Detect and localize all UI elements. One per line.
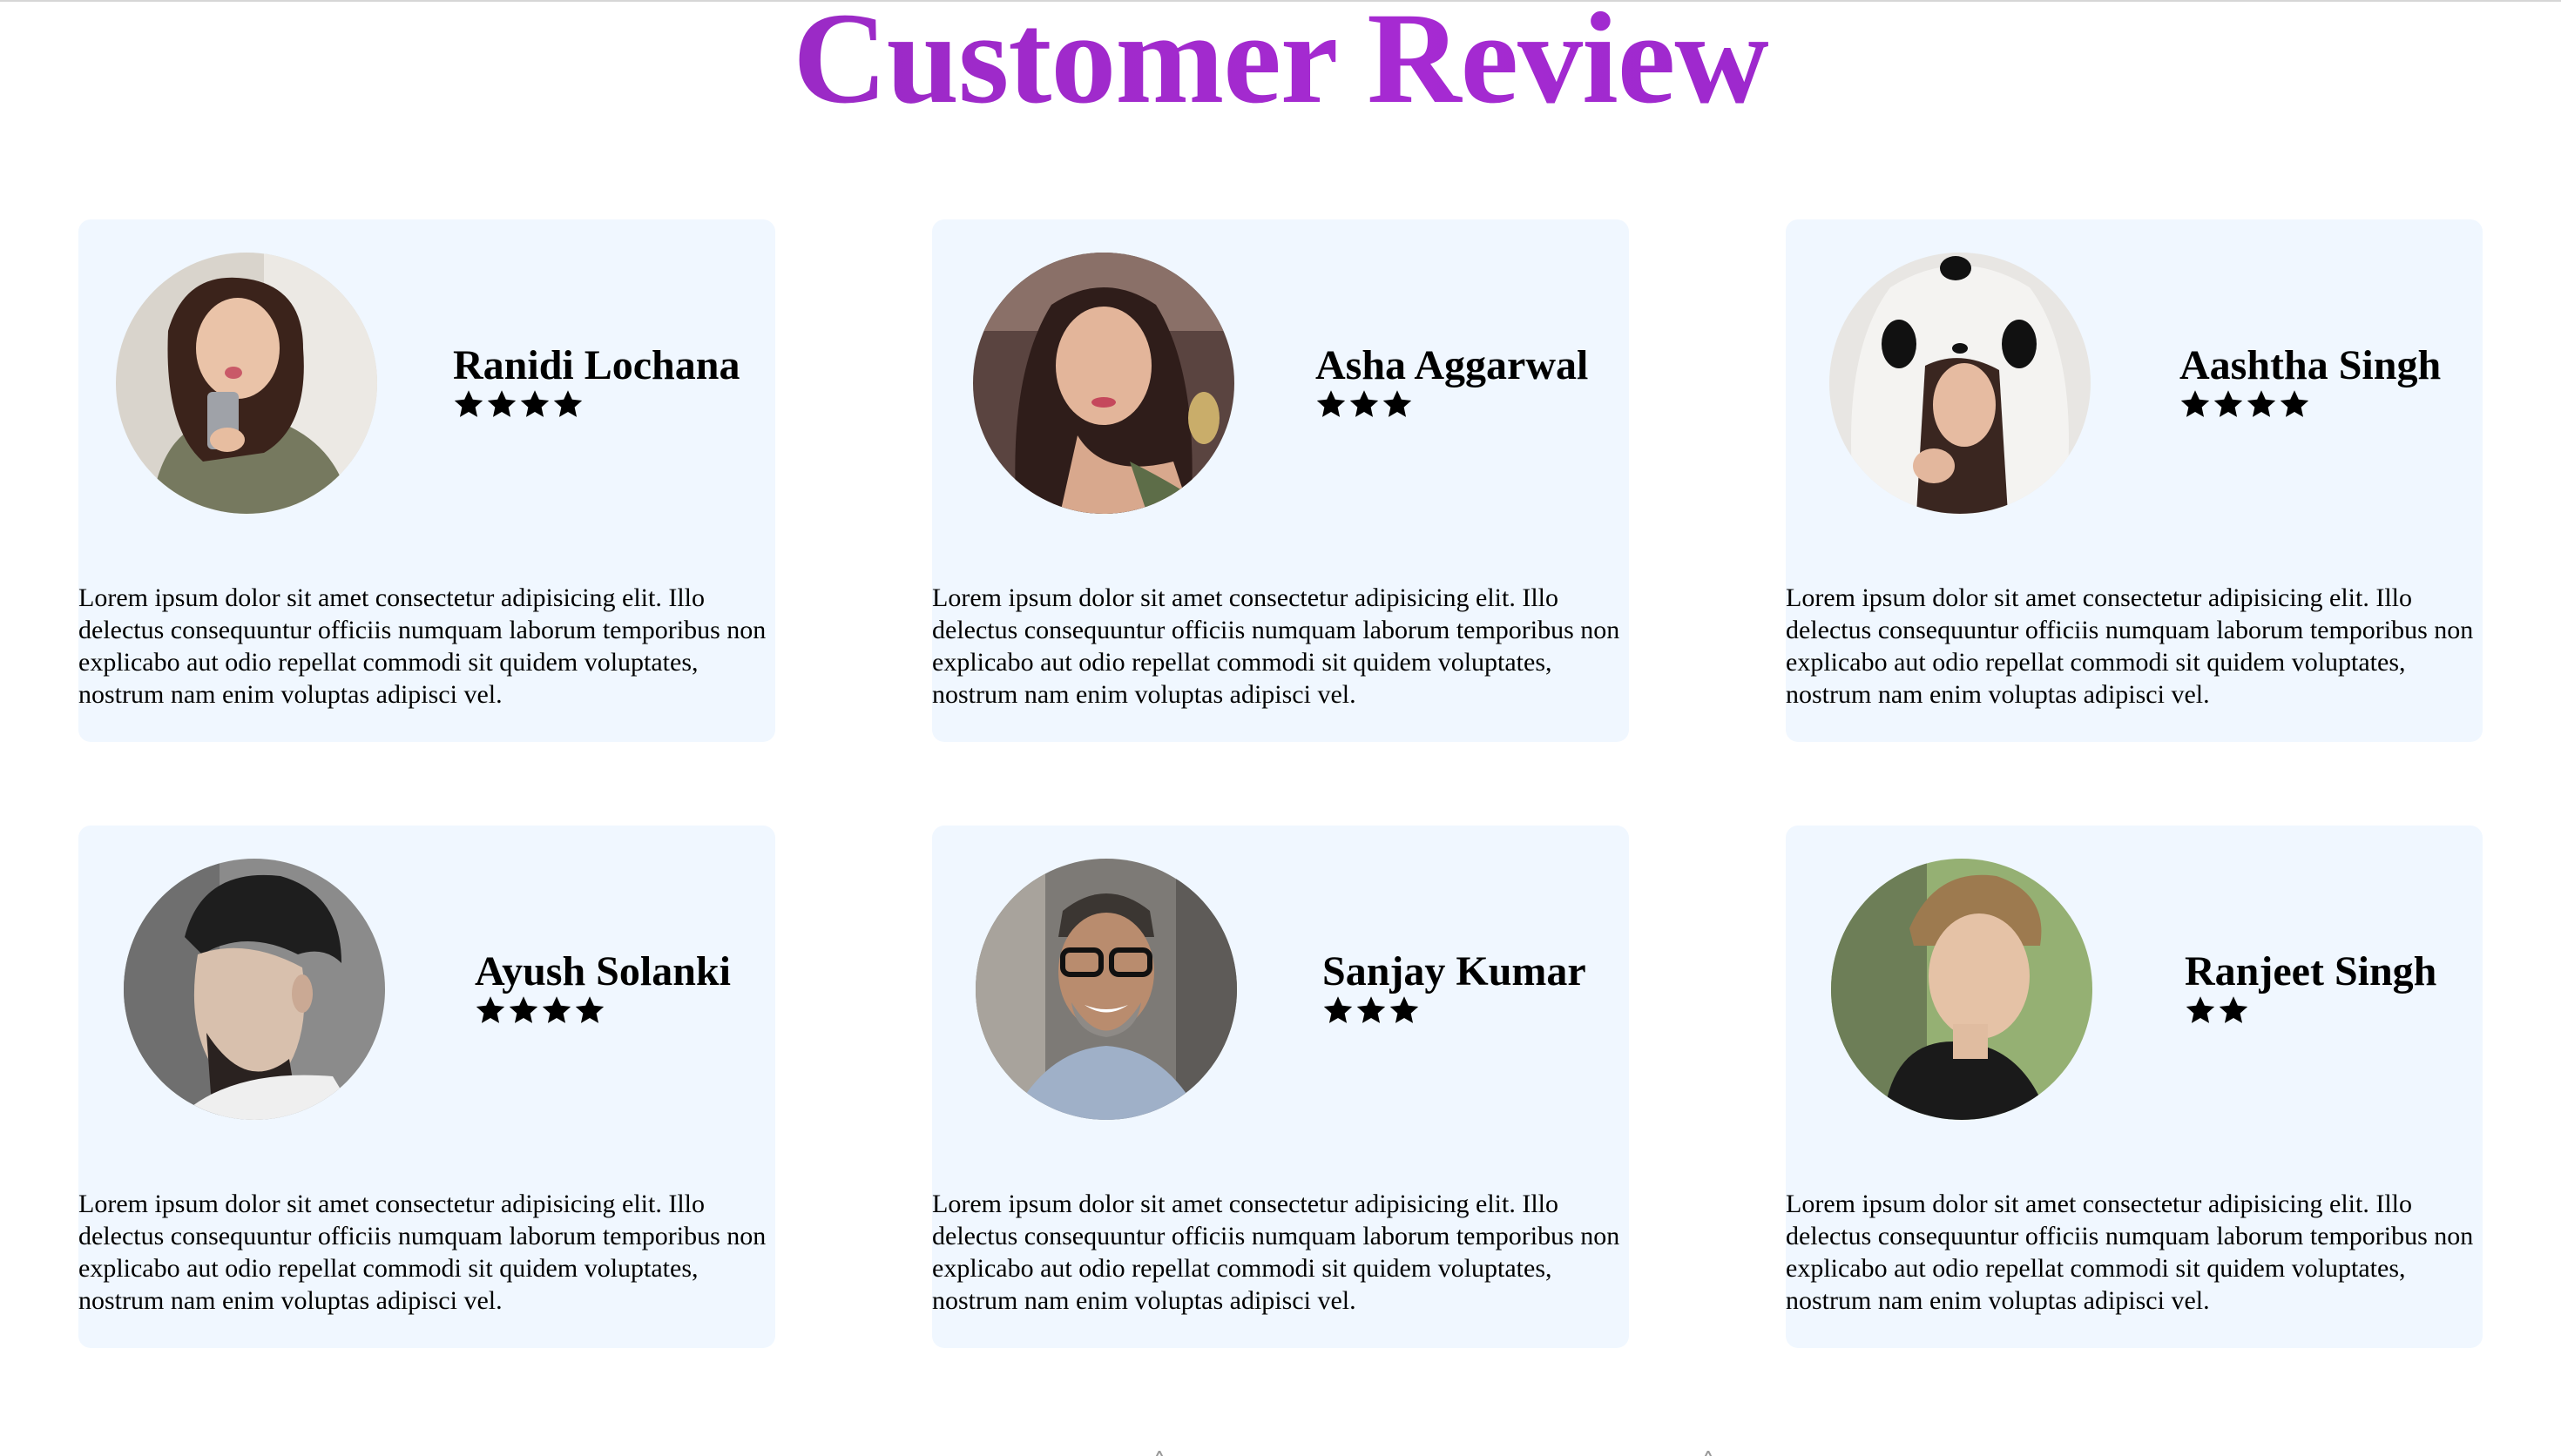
star-icon	[2279, 388, 2310, 420]
next-section-stub	[1154, 1451, 1172, 1456]
star-icon	[508, 994, 539, 1026]
man-glasses-photo	[976, 859, 1237, 1120]
reviewer-name: Sanjay Kumar	[1322, 948, 1586, 994]
review-card: Sanjay Kumar Lorem ipsum dolor sit amet …	[932, 826, 1629, 1348]
star-rating	[475, 994, 731, 1026]
review-card: Ayush Solanki Lorem ipsum dolor sit amet…	[78, 826, 775, 1348]
star-icon	[541, 994, 572, 1026]
star-icon	[1322, 994, 1354, 1026]
man-profile-photo	[124, 859, 385, 1120]
next-section-stub	[1703, 1451, 1720, 1456]
star-icon	[2218, 994, 2249, 1026]
review-text: Lorem ipsum dolor sit amet consectetur a…	[932, 583, 1620, 709]
star-icon	[574, 994, 605, 1026]
star-rating	[2185, 994, 2436, 1026]
star-rating	[2179, 388, 2441, 420]
star-icon	[2185, 994, 2216, 1026]
review-text: Lorem ipsum dolor sit amet consectetur a…	[78, 1190, 767, 1315]
reviewer-name: Aashtha Singh	[2179, 342, 2442, 388]
young-man-photo	[1831, 859, 2092, 1120]
review-text: Lorem ipsum dolor sit amet consectetur a…	[932, 1190, 1620, 1315]
avatar	[976, 859, 1237, 1120]
woman-selfie-photo	[116, 253, 377, 514]
reviewer-name: Asha Aggarwal	[1315, 342, 1589, 388]
star-icon	[486, 388, 517, 420]
star-icon	[1382, 388, 1413, 420]
page-title: Customer Review	[0, 0, 2561, 124]
star-icon	[2246, 388, 2277, 420]
star-icon	[2179, 388, 2211, 420]
star-icon	[475, 994, 506, 1026]
star-icon	[1389, 994, 1420, 1026]
star-icon	[519, 388, 551, 420]
review-text: Lorem ipsum dolor sit amet consectetur a…	[1786, 1190, 2474, 1315]
review-card: Ranjeet Singh Lorem ipsum dolor sit amet…	[1786, 826, 2483, 1348]
star-icon	[1348, 388, 1380, 420]
review-page: Customer Review Ranidi Lochana Lorem ips…	[0, 0, 2561, 1456]
reviewer-name: Ranidi Lochana	[453, 342, 740, 388]
avatar	[124, 859, 385, 1120]
avatar	[1829, 253, 2091, 514]
review-card: Asha Aggarwal Lorem ipsum dolor sit amet…	[932, 219, 1629, 742]
star-icon	[552, 388, 584, 420]
avatar	[1831, 859, 2092, 1120]
star-rating	[453, 388, 740, 420]
star-icon	[1315, 388, 1347, 420]
reviewer-name: Ranjeet Singh	[2185, 948, 2437, 994]
woman-portrait-photo	[973, 253, 1234, 514]
star-icon	[453, 388, 484, 420]
avatar	[116, 253, 377, 514]
review-card: Aashtha Singh Lorem ipsum dolor sit amet…	[1786, 219, 2483, 742]
review-card: Ranidi Lochana Lorem ipsum dolor sit ame…	[78, 219, 775, 742]
review-text: Lorem ipsum dolor sit amet consectetur a…	[78, 583, 767, 709]
reviewer-name: Ayush Solanki	[475, 948, 731, 994]
star-rating	[1315, 388, 1588, 420]
woman-panda-hood-photo	[1829, 253, 2091, 514]
star-rating	[1322, 994, 1586, 1026]
avatar	[973, 253, 1234, 514]
star-icon	[1355, 994, 1387, 1026]
review-text: Lorem ipsum dolor sit amet consectetur a…	[1786, 583, 2474, 709]
star-icon	[2213, 388, 2244, 420]
